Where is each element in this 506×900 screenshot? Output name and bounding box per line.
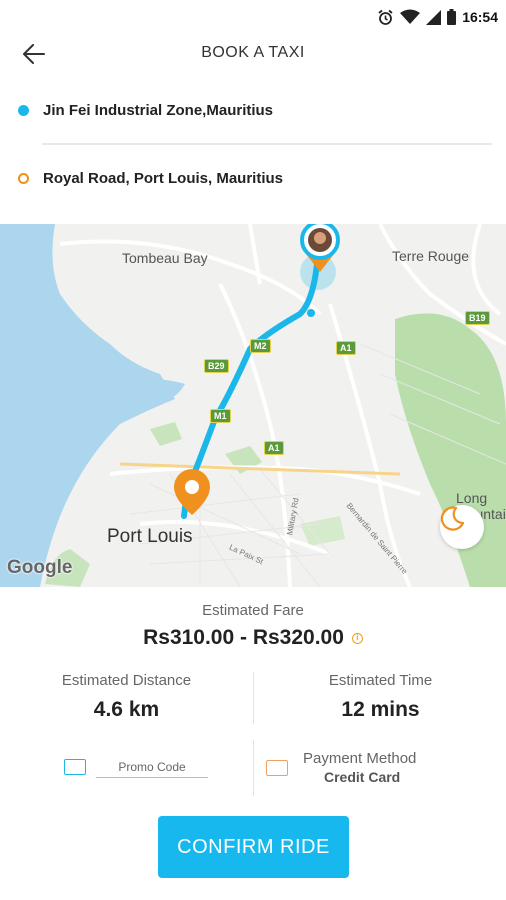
options-divider [253,740,254,796]
alarm-icon [378,9,393,25]
time-label: Estimated Time [328,672,433,689]
google-logo: Google [7,557,73,578]
page-title: BOOK A TAXI [201,44,305,61]
pickup-address: Jin Fei Industrial Zone,Mauritius [43,101,274,119]
fare-label: Estimated Fare [202,602,304,619]
card-icon [266,760,288,776]
road-badge-m1: M1 [210,409,231,423]
map-canvas [0,224,506,587]
wifi-icon [400,9,421,24]
dropoff-location[interactable]: Royal Road, Port Louis, Mauritius [18,158,492,198]
dropoff-address: Royal Road, Port Louis, Mauritius [43,169,284,187]
night-mode-button[interactable] [440,505,484,549]
signal-icon [426,9,442,25]
payment-method-value: Credit Card [324,769,401,785]
battery-icon [447,9,457,25]
time-value: 12 mins [341,698,420,721]
distance-label: Estimated Distance [61,672,192,689]
map-label-tombeau-bay: Tombeau Bay [122,250,208,266]
map-label-terre-rouge: Terre Rouge [392,248,470,264]
payment-method-label: Payment Method [303,750,417,767]
map-label-port-louis: Port Louis [107,526,193,547]
moon-icon [440,506,465,531]
promo-code-label: Promo Code [96,760,208,778]
payment-method-selector[interactable]: Payment Method Credit Card [266,748,486,788]
promo-code-field[interactable]: Promo Code [64,755,214,783]
pickup-location[interactable]: Jin Fei Industrial Zone,Mauritius [18,90,492,130]
road-badge-a1-mid: A1 [264,441,284,455]
road-badge-m2: M2 [250,339,271,353]
status-time: 16:54 [462,9,498,25]
info-icon[interactable]: i [351,632,363,644]
distance-block: Estimated Distance 4.6 km [0,672,253,722]
status-bar: 16:54 [0,0,506,34]
time-block: Estimated Time 12 mins [254,672,506,722]
app-bar: BOOK A TAXI [0,34,506,74]
route-map[interactable]: Tombeau Bay Terre Rouge Port Louis Long … [0,224,506,587]
distance-value: 4.6 km [93,698,160,721]
road-badge-b29: B29 [204,359,229,373]
road-badge-a1-top: A1 [336,341,356,355]
ticket-icon [64,759,86,775]
fare-value: Rs310.00 - Rs320.00 [143,626,344,649]
road-badge-b19: B19 [465,311,490,325]
confirm-ride-button[interactable]: CONFIRM RIDE [158,816,349,878]
pickup-dot-icon [18,104,29,116]
dropoff-dot-icon [18,172,29,184]
fare-row: Rs310.00 - Rs320.00 i [0,626,506,650]
location-divider [42,143,492,145]
